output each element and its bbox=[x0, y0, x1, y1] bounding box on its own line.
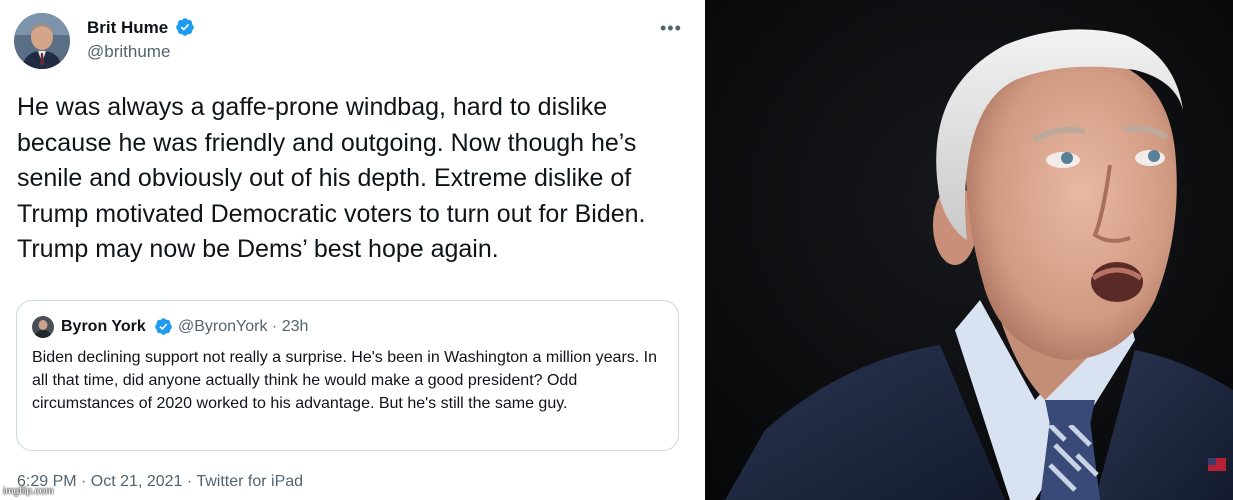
tweet-timestamp[interactable]: 6:29 PM · Oct 21, 2021 · Twitter for iPa… bbox=[17, 473, 303, 491]
quoted-author-avatar bbox=[32, 316, 54, 338]
quoted-tweet-text: Biden declining support not really a sur… bbox=[32, 349, 658, 412]
tweet-text: He was always a gaffe-prone windbag, har… bbox=[17, 93, 646, 263]
quoted-author-name: Byron York bbox=[61, 318, 146, 335]
quoted-author-handle: @ByronYork · 23h bbox=[178, 318, 309, 335]
verified-badge-icon bbox=[155, 318, 172, 335]
quoted-tweet[interactable]: Byron York @ByronYork · 23h Biden declin… bbox=[16, 300, 679, 451]
author-avatar[interactable] bbox=[14, 13, 70, 69]
watermark: imgflip.com bbox=[3, 486, 54, 497]
more-horizontal-icon[interactable]: ••• bbox=[660, 18, 682, 39]
portrait-photo bbox=[705, 0, 1233, 500]
verified-badge-icon bbox=[176, 18, 194, 36]
author-name[interactable]: Brit Hume bbox=[87, 18, 168, 38]
author-handle[interactable]: @brithume bbox=[87, 42, 170, 62]
tweet-card: Brit Hume @brithume ••• He was always a … bbox=[0, 0, 700, 500]
